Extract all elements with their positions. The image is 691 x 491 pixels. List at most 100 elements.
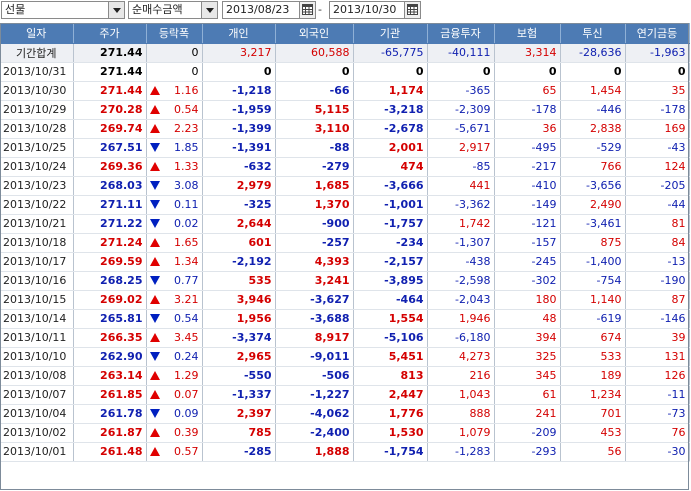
- row-price: 271.24: [73, 233, 147, 253]
- table-row[interactable]: 2013/10/21 271.22 0.02 2,644 -900 -1,757 1,742…: [0, 214, 690, 234]
- row-foreign: -9,011: [275, 347, 354, 367]
- row-date: 2013/10/16: [0, 271, 74, 291]
- table-row[interactable]: 2013/10/28 269.74 2.23 -1,399 3,110 -2,678 -5,…: [0, 119, 690, 139]
- row-change: 1.29: [174, 369, 199, 382]
- date-from-field[interactable]: 2013/08/23: [222, 1, 316, 19]
- row-date: 2013/10/07: [0, 385, 74, 405]
- row-individual: 601: [202, 233, 276, 253]
- date-to-field[interactable]: 2013/10/30: [329, 1, 421, 19]
- row-fin-invest: -365: [427, 81, 495, 101]
- row-change: 0.07: [174, 388, 199, 401]
- row-change-cell: 1.33: [146, 157, 203, 177]
- row-individual: 2,979: [202, 176, 276, 196]
- row-individual: 785: [202, 423, 276, 443]
- row-trust: -1,400: [560, 252, 626, 272]
- row-institution: -464: [353, 290, 428, 310]
- table-row[interactable]: 2013/10/15 269.02 3.21 3,946 -3,627 -464 -2,04…: [0, 290, 690, 310]
- row-institution: 813: [353, 366, 428, 386]
- row-change-cell: 1.29: [146, 366, 203, 386]
- table-row[interactable]: 2013/10/04 261.78 0.09 2,397 -4,062 1,776 888 2…: [0, 404, 690, 424]
- row-institution: -3,666: [353, 176, 428, 196]
- table-row[interactable]: 2013/10/24 269.36 1.33 -632 -279 474 -85 -217 76…: [0, 157, 690, 177]
- row-fin-invest: -3,362: [427, 195, 495, 215]
- row-insurance: -245: [494, 252, 561, 272]
- col-header-individual[interactable]: 개인: [202, 23, 276, 44]
- col-header-fin-invest[interactable]: 금융투자: [427, 23, 495, 44]
- row-institution: -5,106: [353, 328, 428, 348]
- row-institution: 5,451: [353, 347, 428, 367]
- row-institution: -234: [353, 233, 428, 253]
- row-trust: 0: [560, 62, 626, 82]
- chevron-down-icon[interactable]: [108, 2, 124, 18]
- table-row[interactable]: 2013/10/02 261.87 0.39 785 -2,400 1,530 1,079-…: [0, 423, 690, 443]
- table-row[interactable]: 2013/10/10 262.90 0.24 2,965 -9,011 5,451 4,27…: [0, 347, 690, 367]
- table-row[interactable]: 2013/10/25 267.51 1.85 -1,391 -88 2,001 2,917-…: [0, 138, 690, 158]
- row-trust: 701: [560, 404, 626, 424]
- row-change-cell: 0.57: [146, 442, 203, 462]
- col-header-insurance[interactable]: 보험: [494, 23, 561, 44]
- row-fin-invest: 2,917: [427, 138, 495, 158]
- col-header-change[interactable]: 등락폭: [146, 23, 203, 44]
- triangle-up-icon: [149, 237, 160, 247]
- row-change-cell: 0.09: [146, 404, 203, 424]
- row-insurance: 48: [494, 309, 561, 329]
- table-row[interactable]: 2013/10/08 263.14 1.29 -550 -506 813 216 345 189…: [0, 366, 690, 386]
- row-price: 262.90: [73, 347, 147, 367]
- table-row[interactable]: 2013/10/31 271.44 0 0 0 0 0 0 0 0: [0, 62, 690, 82]
- row-date: 2013/10/30: [0, 81, 74, 101]
- triangle-down-icon: [149, 218, 160, 228]
- table-row[interactable]: 2013/10/22 271.11 0.11 -325 1,370 -1,001 -3,36…: [0, 195, 690, 215]
- row-fin-invest: 1,742: [427, 214, 495, 234]
- row-change: 2.23: [174, 122, 199, 135]
- row-trust: 533: [560, 347, 626, 367]
- table-row[interactable]: 2013/10/30 271.44 1.16 -1,218 -66 1,174 -365 65…: [0, 81, 690, 101]
- row-foreign: 0: [275, 62, 354, 82]
- table-row[interactable]: 2013/10/16 268.25 0.77 535 3,241 -3,895 -2,598…: [0, 271, 690, 291]
- row-change: 0.11: [174, 198, 199, 211]
- table-row[interactable]: 2013/10/23 268.03 3.08 2,979 1,685 -3,666 441-…: [0, 176, 690, 196]
- row-institution: 2,447: [353, 385, 428, 405]
- row-foreign: -257: [275, 233, 354, 253]
- chevron-down-icon[interactable]: [201, 2, 217, 18]
- row-foreign: 3,110: [275, 119, 354, 139]
- col-header-pension[interactable]: 연기금등: [625, 23, 690, 44]
- table-row[interactable]: 2013/10/11 266.35 3.45 -3,374 8,917 -5,106 -6,…: [0, 328, 690, 348]
- row-date: 2013/10/15: [0, 290, 74, 310]
- table-row[interactable]: 2013/10/18 271.24 1.65 601 -257 -234 -1,307 -15…: [0, 233, 690, 253]
- summary-individual: 3,217: [202, 43, 276, 63]
- row-fin-invest: -2,309: [427, 100, 495, 120]
- table-row[interactable]: 2013/10/17 269.59 1.34 -2,192 4,393 -2,157 -43…: [0, 252, 690, 272]
- table-row[interactable]: 2013/10/01 261.48 0.57 -285 1,888 -1,754 -1,28…: [0, 442, 690, 462]
- table-row[interactable]: 2013/10/29 270.28 0.54 -1,959 5,115 -3,218 -2,…: [0, 100, 690, 120]
- row-change-cell: 2.23: [146, 119, 203, 139]
- row-trust: 1,234: [560, 385, 626, 405]
- table-row[interactable]: 2013/10/14 265.81 0.54 1,956 -3,688 1,554 1,94…: [0, 309, 690, 329]
- row-foreign: -506: [275, 366, 354, 386]
- row-insurance: -302: [494, 271, 561, 291]
- col-header-price[interactable]: 주가: [73, 23, 147, 44]
- col-header-institution[interactable]: 기관: [353, 23, 428, 44]
- row-individual: 535: [202, 271, 276, 291]
- row-date: 2013/10/29: [0, 100, 74, 120]
- row-trust: 875: [560, 233, 626, 253]
- row-trust: 674: [560, 328, 626, 348]
- measure-select[interactable]: 순매수금액: [128, 1, 218, 19]
- row-pension: -11: [625, 385, 690, 405]
- summary-row[interactable]: 기간합계 271.44 0 3,217 60,588 -65,775 -40,1…: [0, 43, 690, 63]
- summary-pension: -1,963: [625, 43, 690, 63]
- row-fin-invest: 1,079: [427, 423, 495, 443]
- row-price: 268.03: [73, 176, 147, 196]
- col-header-foreign[interactable]: 외국인: [275, 23, 354, 44]
- table-header-row: 일자 주가 등락폭 개인 외국인 기관 금융투자 보험 투신 연기금등: [0, 23, 690, 44]
- row-price: 269.02: [73, 290, 147, 310]
- row-insurance: -495: [494, 138, 561, 158]
- table-row[interactable]: 2013/10/07 261.85 0.07 -1,337 -1,227 2,447 1,0…: [0, 385, 690, 405]
- row-insurance: -293: [494, 442, 561, 462]
- col-header-date[interactable]: 일자: [0, 23, 74, 44]
- triangle-up-icon: [149, 332, 160, 342]
- calendar-icon[interactable]: [299, 2, 315, 18]
- col-header-trust[interactable]: 투신: [560, 23, 626, 44]
- row-fin-invest: -438: [427, 252, 495, 272]
- market-select[interactable]: 선물: [1, 1, 125, 19]
- calendar-icon[interactable]: [404, 2, 420, 18]
